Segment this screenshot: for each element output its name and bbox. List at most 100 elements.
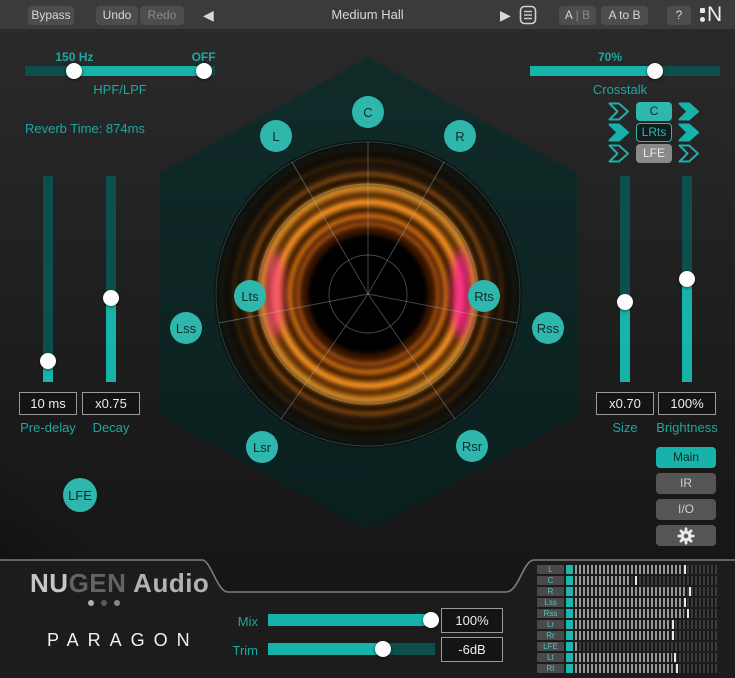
meter-row: LFE — [537, 642, 717, 651]
meter-channel-label: L — [537, 565, 564, 574]
meter-input-block — [566, 620, 573, 629]
brand-dots — [88, 600, 120, 606]
routing-chevron-left-icon[interactable] — [608, 102, 630, 121]
channel-node-rss[interactable]: Rss — [532, 312, 564, 344]
ab-compare-button[interactable]: A | B — [559, 6, 596, 25]
routing-chevron-right-icon[interactable] — [678, 102, 700, 121]
preset-name[interactable]: Medium Hall — [280, 0, 455, 30]
a-to-b-button[interactable]: A to B — [601, 6, 648, 25]
help-button[interactable]: ? — [667, 6, 691, 25]
mix-value-box[interactable]: 100% — [441, 608, 503, 633]
meter-input-block — [566, 642, 573, 651]
channel-node-lts[interactable]: Lts — [234, 280, 266, 312]
routing-chevron-left-icon[interactable] — [608, 144, 630, 163]
meter-track — [575, 565, 717, 574]
meter-row: Rt — [537, 664, 717, 673]
reverb-time-readout: Reverb Time: 874ms — [25, 121, 145, 136]
meter-peak-marker — [672, 631, 674, 640]
channel-node-c[interactable]: C — [352, 96, 384, 128]
channel-node-l[interactable]: L — [260, 120, 292, 152]
brightness-handle[interactable] — [679, 271, 695, 287]
routing-button-lfe[interactable]: LFE — [636, 144, 672, 163]
channel-node-lss[interactable]: Lss — [170, 312, 202, 344]
meter-track — [575, 598, 717, 607]
meter-panel: L C R Lss Rss Lr Rr — [537, 565, 719, 675]
meter-row: R — [537, 587, 717, 596]
size-value-box[interactable]: x0.70 — [596, 392, 654, 415]
trim-slider[interactable] — [268, 643, 435, 655]
meter-channel-label: Lss — [537, 598, 564, 607]
routing-button-lrts[interactable]: LRts — [636, 123, 672, 142]
channel-node-rts[interactable]: Rts — [468, 280, 500, 312]
meter-channel-label: Rt — [537, 664, 564, 673]
brightness-value-box[interactable]: 100% — [658, 392, 716, 415]
lfe-node[interactable]: LFE — [63, 478, 97, 512]
meter-fill — [575, 642, 578, 651]
brightness-slider[interactable] — [682, 176, 692, 382]
routing-chevron-right-icon[interactable] — [678, 123, 700, 142]
meter-channel-label: Rr — [537, 631, 564, 640]
preset-list-icon[interactable] — [519, 5, 537, 25]
meter-row: Lt — [537, 653, 717, 662]
channel-node-rsr[interactable]: Rsr — [456, 430, 488, 462]
lpf-handle[interactable] — [196, 63, 212, 79]
brand-wordmark: NUGEN Audio — [30, 568, 209, 599]
next-preset-icon[interactable]: ▶ — [500, 4, 511, 26]
mix-slider[interactable] — [268, 614, 435, 626]
meter-peak-marker — [689, 587, 691, 596]
meter-track — [575, 620, 717, 629]
meter-input-block — [566, 565, 573, 574]
meter-fill — [575, 609, 684, 618]
channel-node-r[interactable]: R — [444, 120, 476, 152]
previous-preset-icon[interactable]: ◀ — [203, 4, 214, 26]
meter-row: Rr — [537, 631, 717, 640]
size-handle[interactable] — [617, 294, 633, 310]
meter-channel-label: C — [537, 576, 564, 585]
size-slider[interactable] — [620, 176, 630, 382]
meter-input-block — [566, 653, 573, 662]
meter-fill — [575, 631, 669, 640]
pre-delay-slider[interactable] — [43, 176, 53, 382]
decay-handle[interactable] — [103, 290, 119, 306]
trim-label: Trim — [218, 643, 258, 658]
page-button-main[interactable]: Main — [656, 447, 716, 468]
meter-input-block — [566, 609, 573, 618]
routing-chevron-left-icon[interactable] — [608, 123, 630, 142]
channel-node-lsr[interactable]: Lsr — [246, 431, 278, 463]
meter-track — [575, 642, 717, 651]
crosstalk-slider[interactable] — [530, 66, 720, 76]
meter-channel-label: Lr — [537, 620, 564, 629]
meter-track — [575, 653, 717, 662]
bypass-button[interactable]: Bypass — [28, 6, 74, 25]
pre-delay-value-box[interactable]: 10 ms — [19, 392, 77, 415]
decay-value-box[interactable]: x0.75 — [82, 392, 140, 415]
trim-value-box[interactable]: -6dB — [441, 637, 503, 662]
routing-button-c[interactable]: C — [636, 102, 672, 121]
meter-peak-marker — [672, 620, 674, 629]
mix-handle[interactable] — [423, 612, 439, 628]
decay-slider[interactable] — [106, 176, 116, 382]
undo-button[interactable]: Undo — [96, 6, 138, 25]
meter-fill — [575, 620, 669, 629]
paragon-plugin-window: CLRLtsRtsLssRssLsrRsr Bypass Undo Redo ◀… — [0, 0, 735, 678]
routing-chevron-right-icon[interactable] — [678, 144, 700, 163]
title-bar: Bypass Undo Redo ◀ Medium Hall ▶ A | B A… — [0, 0, 735, 30]
page-button-ir[interactable]: IR — [656, 473, 716, 494]
hpf-value: 150 Hz — [44, 50, 104, 64]
meter-peak-marker — [676, 664, 678, 673]
meter-channel-label: R — [537, 587, 564, 596]
page-button-io[interactable]: I/O — [656, 499, 716, 520]
meter-input-block — [566, 598, 573, 607]
meter-row: Rss — [537, 609, 717, 618]
settings-button[interactable] — [656, 525, 716, 546]
meter-track — [575, 576, 717, 585]
redo-button[interactable]: Redo — [140, 6, 184, 25]
meter-track — [575, 587, 717, 596]
hpf-lpf-slider[interactable] — [25, 66, 215, 76]
gear-icon — [676, 526, 696, 546]
crosstalk-value: 70% — [580, 50, 640, 64]
meter-peak-marker — [635, 576, 637, 585]
meter-fill — [575, 587, 686, 596]
meter-peak-marker — [687, 609, 689, 618]
nugen-logo: N — [700, 3, 722, 27]
